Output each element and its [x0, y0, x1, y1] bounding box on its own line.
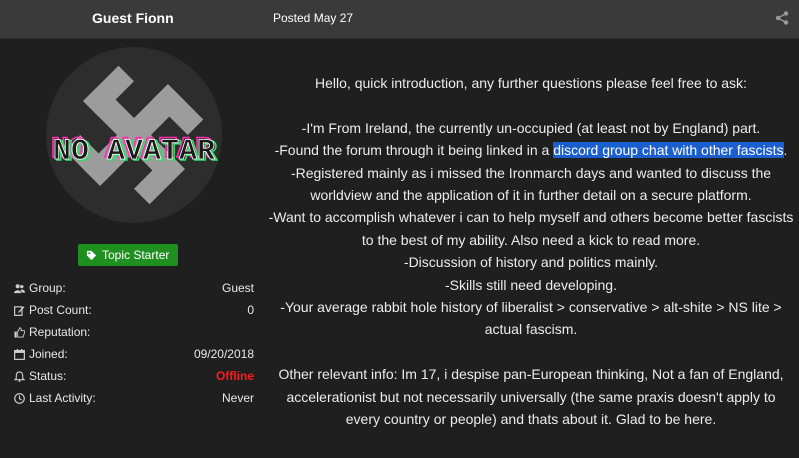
avatar-placeholder-image: NO AVATAR NO AVATAR NO AVATAR — [46, 47, 222, 223]
tag-icon — [86, 250, 97, 260]
info-label: Last Activity: — [29, 391, 96, 405]
info-label: Status: — [29, 369, 67, 383]
edit-icon — [14, 306, 25, 316]
post-line: -Found the forum through it being linked… — [268, 139, 794, 161]
topic-starter-badge: Topic Starter — [78, 244, 179, 266]
post-text: . — [783, 142, 788, 159]
post-intro: Hello, quick introduction, any further q… — [315, 75, 747, 91]
share-icon[interactable] — [775, 11, 789, 25]
author-name[interactable]: Guest Fionn — [92, 10, 174, 26]
info-row-group: Group: Guest — [14, 280, 254, 302]
calendar-icon — [14, 349, 25, 360]
status-offline: Offline — [216, 369, 254, 383]
post-text: -Found the forum through it being linked… — [274, 142, 554, 159]
info-value: 09/20/2018 — [193, 347, 254, 361]
thumbs-up-icon — [14, 327, 25, 338]
info-label: Joined: — [29, 347, 68, 361]
info-value: Never — [221, 391, 254, 405]
highlighted-text[interactable]: discord group chat with other fascists — [553, 142, 784, 159]
post-line: -Registered mainly as i missed the Ironm… — [290, 164, 772, 204]
info-row-post-count: Post Count: 0 — [14, 302, 254, 324]
post-date[interactable]: Posted May 27 — [273, 11, 353, 25]
post-line: -Skills still need developing. — [445, 276, 617, 293]
post-line: -Your average rabbit hole history of lib… — [280, 299, 782, 338]
info-row-status: Status: Offline — [14, 368, 254, 390]
bell-icon — [14, 371, 25, 382]
info-row-last-activity: Last Activity: Never — [14, 390, 254, 412]
info-row-joined: Joined: 09/20/2018 — [14, 346, 254, 368]
post-line: -Want to accomplish whatever i can to he… — [268, 209, 794, 248]
users-icon — [14, 284, 25, 294]
post-line: -I'm From Ireland, the currently un-occu… — [301, 119, 761, 136]
post-other-info: Other relevant info: Im 17, i despise pa… — [278, 366, 784, 428]
post-header: Guest Fionn Posted May 27 — [0, 0, 799, 39]
post-content: Hello, quick introduction, any further q… — [268, 72, 794, 430]
info-value: 0 — [247, 303, 254, 317]
author-info-list: Group: Guest Post Count: 0 Reputation: J… — [14, 280, 254, 412]
avatar[interactable]: NO AVATAR NO AVATAR NO AVATAR — [46, 47, 222, 223]
post-line: -Discussion of history and politics main… — [403, 254, 659, 271]
info-label: Group: — [29, 281, 66, 295]
badge-label: Topic Starter — [102, 248, 170, 262]
info-value: Guest — [221, 281, 254, 295]
avatar-text: NO AVATAR — [53, 135, 215, 169]
info-label: Reputation: — [29, 325, 91, 339]
author-sidebar: NO AVATAR NO AVATAR NO AVATAR Topic Star… — [0, 39, 268, 458]
clock-icon — [14, 393, 25, 404]
info-label: Post Count: — [29, 303, 92, 317]
info-row-reputation: Reputation: — [14, 324, 254, 346]
